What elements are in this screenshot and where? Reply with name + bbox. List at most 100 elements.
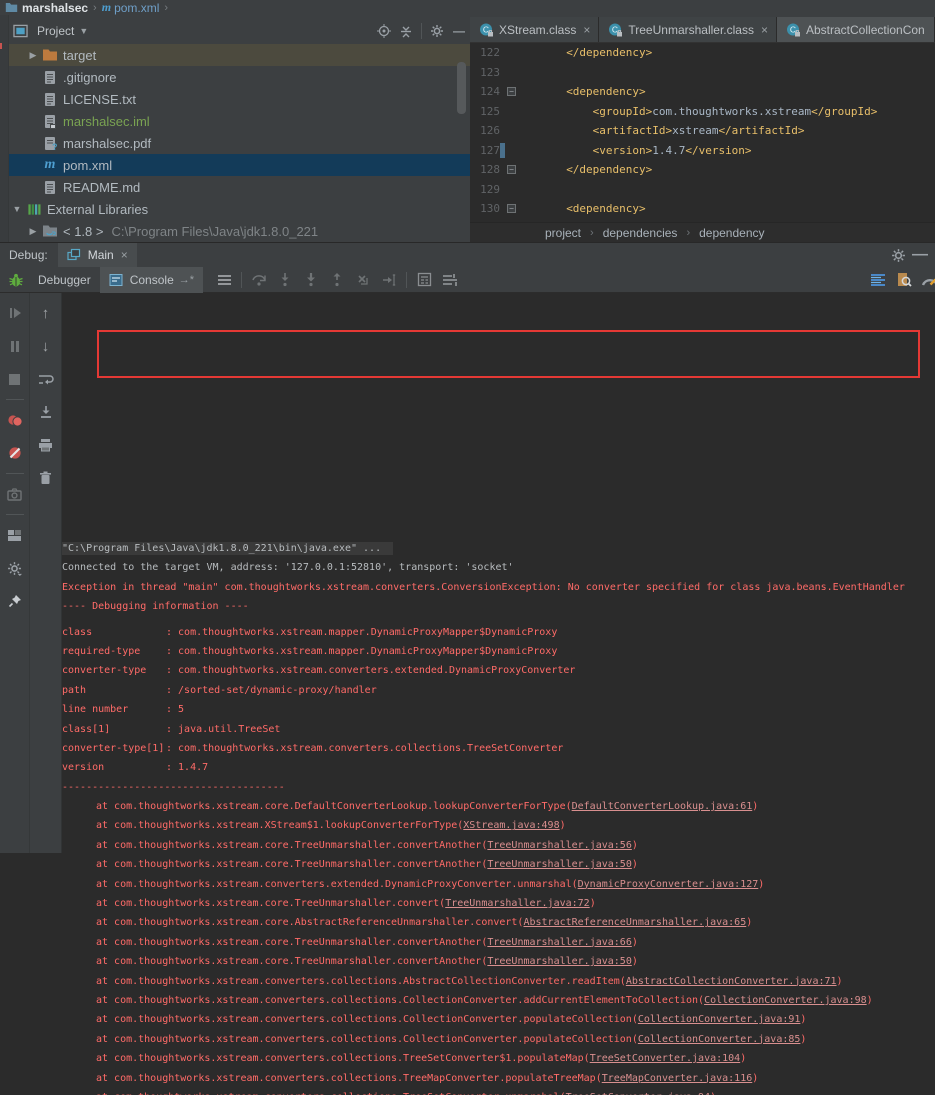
thread-dump-camera-icon[interactable]: [0, 481, 29, 507]
stack-link[interactable]: TreeUnmarshaller.java:66: [487, 937, 632, 948]
code-line-123[interactable]: 123: [470, 63, 935, 83]
code-line-130[interactable]: 130−<dependency>: [470, 199, 935, 219]
pin-icon[interactable]: [0, 588, 29, 614]
stack-link[interactable]: AbstractCollectionConverter.java:71: [626, 976, 837, 987]
close-icon[interactable]: ×: [121, 248, 128, 262]
code-line-122[interactable]: 122</dependency>: [470, 43, 935, 63]
gear-icon[interactable]: [887, 245, 909, 265]
breadcrumb-file[interactable]: pom.xml: [114, 1, 159, 15]
settings-gear-icon[interactable]: [0, 555, 29, 581]
session-tab-main[interactable]: Main ×: [58, 243, 137, 267]
run-to-cursor-icon[interactable]: [376, 269, 402, 291]
stack-link[interactable]: CollectionConverter.java:98: [704, 995, 867, 1006]
search-output-icon[interactable]: [891, 269, 917, 291]
code-text: <artifactId>xstream</artifactId>: [520, 121, 805, 141]
tree-item-external-libraries[interactable]: ▼External Libraries: [9, 198, 470, 220]
step-out-icon[interactable]: [324, 269, 350, 291]
breadcrumb-project[interactable]: marshalsec: [22, 1, 88, 15]
tab-xstream-class[interactable]: C XStream.class ×: [470, 17, 599, 42]
collapse-all-icon[interactable]: [395, 21, 417, 41]
fold-toggle-icon[interactable]: −: [507, 165, 516, 174]
hide-panel-icon[interactable]: —: [909, 245, 931, 265]
fold-toggle-icon[interactable]: −: [507, 87, 516, 96]
console-output[interactable]: "C:\Program Files\Java\jdk1.8.0_221\bin\…: [62, 539, 933, 1095]
close-icon[interactable]: ×: [761, 23, 768, 37]
tree-item--1.8-[interactable]: ▶< 1.8 >C:\Program Files\Java\jdk1.8.0_2…: [9, 220, 470, 242]
code-text: <version>1.4.7</version>: [520, 141, 752, 161]
breadcrumb-dependencies-node[interactable]: dependencies: [603, 226, 678, 240]
pause-icon[interactable]: [0, 333, 29, 359]
tree-item-pom.xml[interactable]: mpom.xml: [9, 154, 470, 176]
view-options-icon[interactable]: [437, 269, 463, 291]
tab-console[interactable]: Console →*: [100, 267, 203, 293]
down-stack-icon[interactable]: ↓: [30, 333, 61, 359]
tree-item-marshalsec.pdf[interactable]: ?marshalsec.pdf: [9, 132, 470, 154]
project-folder-icon: [0, 0, 22, 15]
stack-link[interactable]: XStream.java:498: [463, 820, 559, 831]
stack-link[interactable]: TreeUnmarshaller.java:50: [487, 956, 632, 967]
gutter-fold-area[interactable]: −: [500, 82, 520, 102]
stack-link[interactable]: DefaultConverterLookup.java:61: [572, 801, 753, 812]
gutter-fold-area[interactable]: −: [500, 199, 520, 219]
up-stack-icon[interactable]: ↑: [30, 300, 61, 326]
stop-icon[interactable]: [0, 366, 29, 392]
scrollbar-thumb[interactable]: [457, 62, 466, 114]
tab-abstractcollectionconverter-class[interactable]: C AbstractCollectionCon: [777, 17, 935, 42]
force-step-into-icon[interactable]: [298, 269, 324, 291]
print-icon[interactable]: [30, 432, 61, 458]
stack-link[interactable]: AbstractReferenceUnmarshaller.java:65: [523, 917, 746, 928]
stack-frame: at com.thoughtworks.xstream.core.Default…: [62, 797, 933, 816]
chevron-down-icon[interactable]: ▼: [9, 204, 25, 214]
drop-frame-icon[interactable]: [350, 269, 376, 291]
fold-toggle-icon[interactable]: −: [507, 204, 516, 213]
stack-link[interactable]: TreeUnmarshaller.java:56: [487, 840, 632, 851]
stack-link[interactable]: DynamicProxyConverter.java:127: [578, 879, 759, 890]
locate-file-icon[interactable]: [373, 21, 395, 41]
step-into-icon[interactable]: [272, 269, 298, 291]
hide-panel-icon[interactable]: —: [448, 21, 470, 41]
stack-link[interactable]: TreeUnmarshaller.java:50: [487, 859, 632, 870]
code-editor[interactable]: 122</dependency>123124−<dependency>125<g…: [470, 43, 935, 242]
step-over-icon[interactable]: [246, 269, 272, 291]
breadcrumb-dependency-node[interactable]: dependency: [699, 226, 764, 240]
hamburger-menu-icon[interactable]: [211, 269, 237, 291]
tree-item-.gitignore[interactable]: .gitignore: [9, 66, 470, 88]
chevron-right-icon[interactable]: ▶: [25, 226, 41, 237]
gear-icon[interactable]: [426, 21, 448, 41]
code-line-127[interactable]: 127<version>1.4.7</version>: [470, 141, 935, 161]
restore-layout-icon[interactable]: [0, 522, 29, 548]
soft-wrap-icon[interactable]: [30, 366, 61, 392]
code-line-126[interactable]: 126<artifactId>xstream</artifactId>: [470, 121, 935, 141]
clear-all-icon[interactable]: [30, 465, 61, 491]
tab-treeunmarshaller-class[interactable]: C TreeUnmarshaller.class ×: [599, 17, 777, 42]
close-icon[interactable]: ×: [583, 23, 590, 37]
chevron-right-icon[interactable]: ▶: [25, 50, 41, 61]
stack-frame-text: ): [800, 1034, 806, 1045]
stack-link[interactable]: CollectionConverter.java:91: [638, 1014, 801, 1025]
code-line-129[interactable]: 129: [470, 180, 935, 200]
breadcrumb-separator: ›: [93, 2, 97, 14]
breadcrumb-project-node[interactable]: project: [545, 226, 581, 240]
gauge-icon[interactable]: [917, 269, 935, 291]
resume-icon[interactable]: [0, 300, 29, 326]
tree-item-marshalsec.iml[interactable]: marshalsec.iml: [9, 110, 470, 132]
gutter-fold-area[interactable]: −: [500, 160, 520, 180]
stack-link[interactable]: TreeMapConverter.java:116: [602, 1073, 753, 1084]
tree-item-readme.md[interactable]: README.md: [9, 176, 470, 198]
view-breakpoints-icon[interactable]: [0, 407, 29, 433]
tree-item-target[interactable]: ▶target: [9, 44, 470, 66]
stack-link[interactable]: TreeUnmarshaller.java:72: [445, 898, 590, 909]
mute-breakpoints-icon[interactable]: [0, 440, 29, 466]
scroll-to-end-icon[interactable]: [30, 399, 61, 425]
evaluate-expression-icon[interactable]: [411, 269, 437, 291]
code-line-124[interactable]: 124−<dependency>: [470, 82, 935, 102]
tab-debugger[interactable]: Debugger: [29, 267, 100, 293]
tree-item-license.txt[interactable]: LICENSE.txt: [9, 88, 470, 110]
soft-wraps-active-icon[interactable]: [865, 269, 891, 291]
stack-link[interactable]: TreeSetConverter.java:104: [590, 1053, 741, 1064]
code-line-125[interactable]: 125<groupId>com.thoughtworks.xstream</gr…: [470, 102, 935, 122]
chevron-down-icon[interactable]: ▼: [79, 26, 88, 36]
stack-link[interactable]: CollectionConverter.java:85: [638, 1034, 801, 1045]
project-panel-title[interactable]: Project: [37, 24, 74, 38]
code-line-128[interactable]: 128−</dependency>: [470, 160, 935, 180]
